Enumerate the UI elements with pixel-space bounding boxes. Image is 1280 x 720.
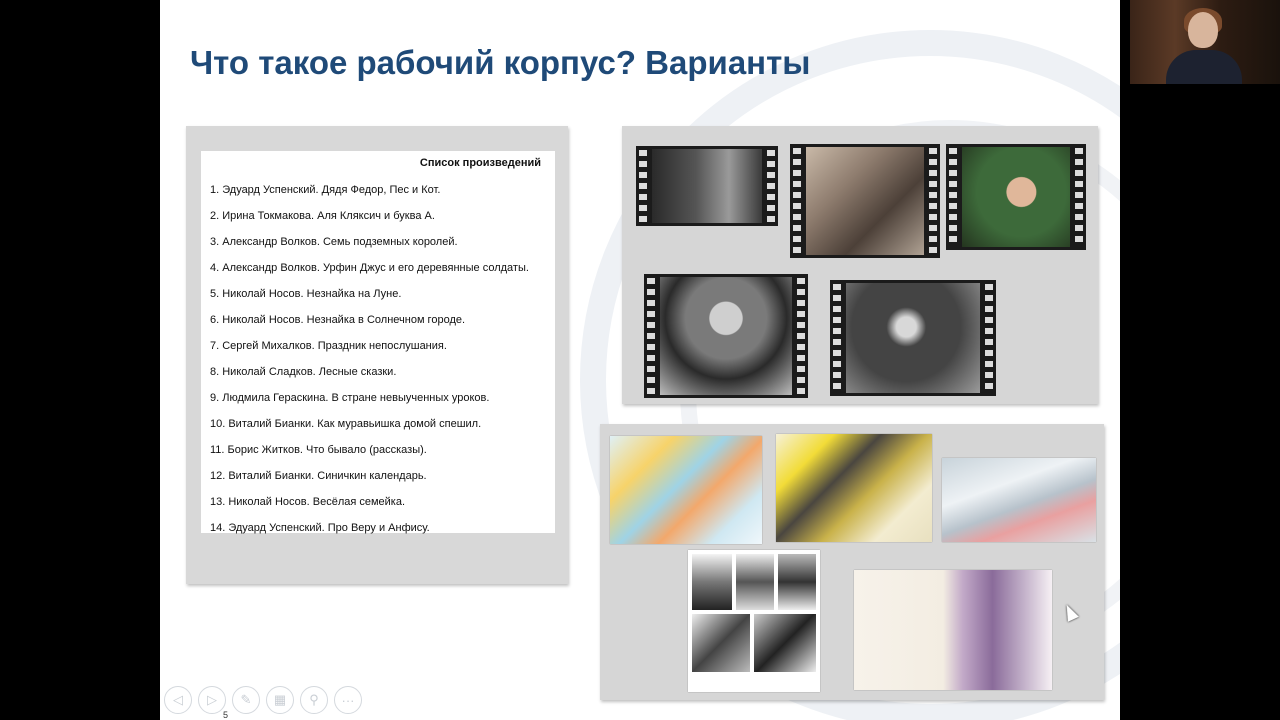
- book-illustration: [610, 436, 762, 544]
- book-illustration: [688, 550, 820, 692]
- next-slide-button[interactable]: ▷: [198, 686, 226, 714]
- list-item: 7. Сергей Михалков. Праздник непослушани…: [210, 340, 447, 352]
- works-list-panel: Список произведений 1. Эдуард Успенский.…: [186, 126, 568, 584]
- pen-tool-button[interactable]: ✎: [232, 686, 260, 714]
- more-options-button[interactable]: ···: [334, 686, 362, 714]
- list-item: 8. Николай Сладков. Лесные сказки.: [210, 366, 397, 378]
- list-item: 14. Эдуард Успенский. Про Веру и Анфису.: [210, 522, 430, 534]
- list-item: 13. Николай Носов. Весёлая семейка.: [210, 496, 406, 508]
- book-illustration: [776, 434, 932, 542]
- see-all-slides-button[interactable]: ▦: [266, 686, 294, 714]
- works-list-heading: Список произведений: [419, 157, 541, 169]
- slide-title: Что такое рабочий корпус? Варианты: [190, 44, 811, 81]
- film-still: [644, 274, 808, 398]
- list-item: 9. Людмила Гераскина. В стране невыученн…: [210, 392, 490, 404]
- ellipsis-icon: ···: [341, 692, 355, 708]
- list-item: 2. Ирина Токмакова. Аля Кляксич и буква …: [210, 210, 435, 222]
- presenter-face: [1188, 12, 1218, 48]
- list-item: 5. Николай Носов. Незнайка на Луне.: [210, 288, 402, 300]
- forward-arrow-icon: ▷: [207, 692, 217, 707]
- slideshow-toolbar: ◁ ▷ ✎ ▦ ⚲ ···: [164, 686, 362, 714]
- list-item: 3. Александр Волков. Семь подземных коро…: [210, 236, 458, 248]
- book-illustration: [854, 570, 1052, 690]
- list-item: 10. Виталий Бианки. Как муравьишка домой…: [210, 418, 482, 430]
- book-illustration: [942, 458, 1096, 542]
- film-stills-panel: [622, 126, 1098, 404]
- presentation-slide: Что такое рабочий корпус? Варианты Списо…: [160, 0, 1120, 720]
- list-item: 11. Борис Житков. Что бывало (рассказы).: [210, 444, 427, 456]
- previous-slide-button[interactable]: ◁: [164, 686, 192, 714]
- list-item: 12. Виталий Бианки. Синичкин календарь.: [210, 470, 427, 482]
- list-item: 1. Эдуард Успенский. Дядя Федор, Пес и К…: [210, 184, 441, 196]
- zoom-button[interactable]: ⚲: [300, 686, 328, 714]
- film-still: [790, 144, 940, 258]
- presenter-body: [1166, 50, 1242, 84]
- pen-icon: ✎: [240, 692, 252, 707]
- magnifier-icon: ⚲: [309, 692, 319, 707]
- works-list-sheet: Список произведений 1. Эдуард Успенский.…: [201, 151, 555, 534]
- book-illustrations-panel: [600, 424, 1104, 700]
- back-arrow-icon: ◁: [173, 692, 183, 707]
- grid-icon: ▦: [273, 692, 287, 707]
- presenter-webcam: [1130, 0, 1280, 84]
- list-item: 4. Александр Волков. Урфин Джус и его де…: [210, 262, 529, 274]
- film-still: [636, 146, 778, 226]
- list-item: 6. Николай Носов. Незнайка в Солнечном г…: [210, 314, 466, 326]
- film-still: [946, 144, 1086, 250]
- works-list: 1. Эдуард Успенский. Дядя Федор, Пес и К…: [210, 183, 529, 547]
- slide-number: 5: [223, 710, 229, 720]
- film-still: [830, 280, 996, 396]
